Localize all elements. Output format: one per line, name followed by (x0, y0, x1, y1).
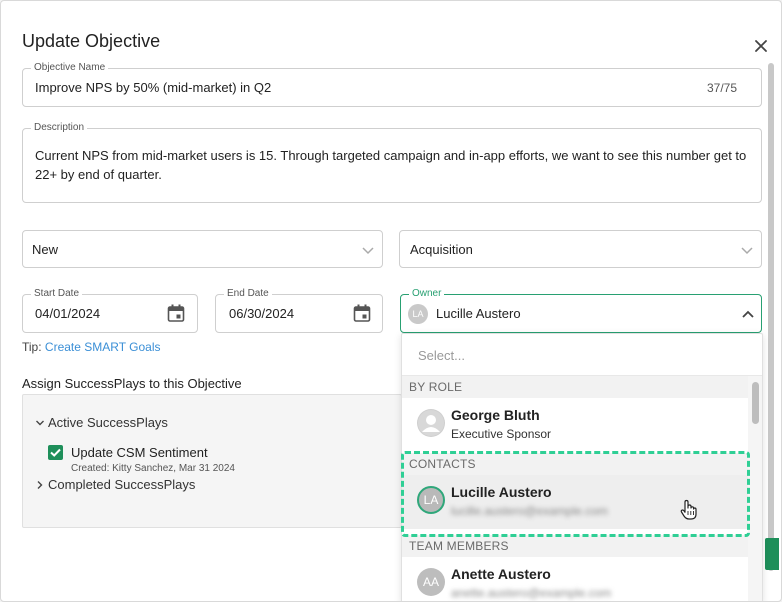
chevron-right-icon (37, 481, 43, 489)
objective-name-field[interactable]: Objective Name Improve NPS by 50% (mid-m… (22, 61, 762, 107)
chevron-up-icon[interactable] (741, 307, 755, 321)
avatar (417, 409, 445, 437)
option-name: Anette Austero (451, 566, 551, 582)
option-name: George Bluth (451, 407, 540, 423)
active-successplays-label: Active SuccessPlays (48, 415, 168, 430)
dialog-scrollbar[interactable] (768, 63, 774, 571)
successplay-meta: Created: Kitty Sanchez, Mar 31 2024 (71, 463, 235, 474)
avatar: LA (417, 486, 445, 514)
status-select-value: New (32, 242, 59, 257)
start-date-input[interactable]: 04/01/2024 (35, 306, 100, 321)
status-select[interactable]: New (22, 230, 383, 268)
owner-select-value: Lucille Austero (436, 306, 521, 321)
option-email: anette.austero@example.com (451, 586, 612, 600)
group-header-by-role: BY ROLE (402, 376, 748, 398)
owner-dropdown-menu: BY ROLE George Bluth Executive Sponsor C… (401, 333, 763, 601)
option-email: lucille.austero@example.com (451, 504, 608, 518)
successplay-checkbox[interactable] (48, 445, 63, 460)
tip-prefix: Tip: (22, 340, 42, 354)
close-icon[interactable] (752, 37, 770, 55)
end-date-label: End Date (224, 287, 272, 301)
checkmark-icon (50, 448, 61, 457)
smart-goals-tip: Tip: Create SMART Goals (22, 340, 161, 354)
calendar-icon[interactable] (353, 304, 371, 323)
description-label: Description (31, 121, 88, 135)
group-header-contacts: CONTACTS (402, 453, 748, 475)
chevron-down-icon (36, 420, 44, 426)
end-date-input[interactable]: 06/30/2024 (229, 306, 294, 321)
category-select-value: Acquisition (410, 242, 473, 257)
dropdown-option-george-bluth[interactable]: George Bluth Executive Sponsor (402, 398, 748, 452)
objective-name-label: Objective Name (31, 61, 109, 75)
avatar: AA (417, 568, 445, 596)
dropdown-search-input[interactable] (416, 346, 736, 364)
category-select[interactable]: Acquisition (399, 230, 762, 268)
dropdown-search (402, 334, 762, 376)
character-counter: 37/75 (706, 81, 737, 95)
hand-pointer-icon (680, 499, 697, 520)
completed-successplays-label: Completed SuccessPlays (48, 477, 196, 492)
start-date-label: Start Date (31, 287, 83, 301)
description-field[interactable]: Description Current NPS from mid-market … (22, 121, 762, 203)
calendar-icon[interactable] (167, 304, 185, 323)
dialog-title: Update Objective (22, 31, 161, 51)
user-icon (418, 410, 444, 436)
objective-name-input[interactable]: Improve NPS by 50% (mid-market) in Q2 (35, 80, 271, 95)
end-date-field[interactable]: End Date 06/30/2024 (215, 287, 383, 333)
save-button[interactable] (765, 538, 779, 570)
dropdown-option-anette-austero[interactable]: AA Anette Austero anette.austero@example… (402, 557, 748, 601)
option-name: Lucille Austero (451, 484, 552, 500)
owner-label: Owner (409, 287, 445, 301)
avatar: LA (408, 304, 428, 324)
create-smart-goals-link[interactable]: Create SMART Goals (45, 340, 161, 354)
successplays-section-title: Assign SuccessPlays to this Objective (22, 376, 242, 391)
start-date-field[interactable]: Start Date 04/01/2024 (22, 287, 198, 333)
chevron-down-icon (362, 247, 374, 255)
owner-select[interactable]: Owner LA Lucille Austero (400, 287, 762, 333)
option-role: Executive Sponsor (451, 427, 552, 441)
description-input[interactable]: Current NPS from mid-market users is 15.… (35, 146, 750, 184)
update-objective-dialog: Update Objective Objective Name Improve … (0, 0, 782, 602)
chevron-down-icon (741, 247, 753, 255)
dropdown-scrollbar-thumb[interactable] (752, 382, 759, 424)
group-header-team-members: TEAM MEMBERS (402, 535, 748, 557)
successplay-name: Update CSM Sentiment (71, 445, 208, 460)
